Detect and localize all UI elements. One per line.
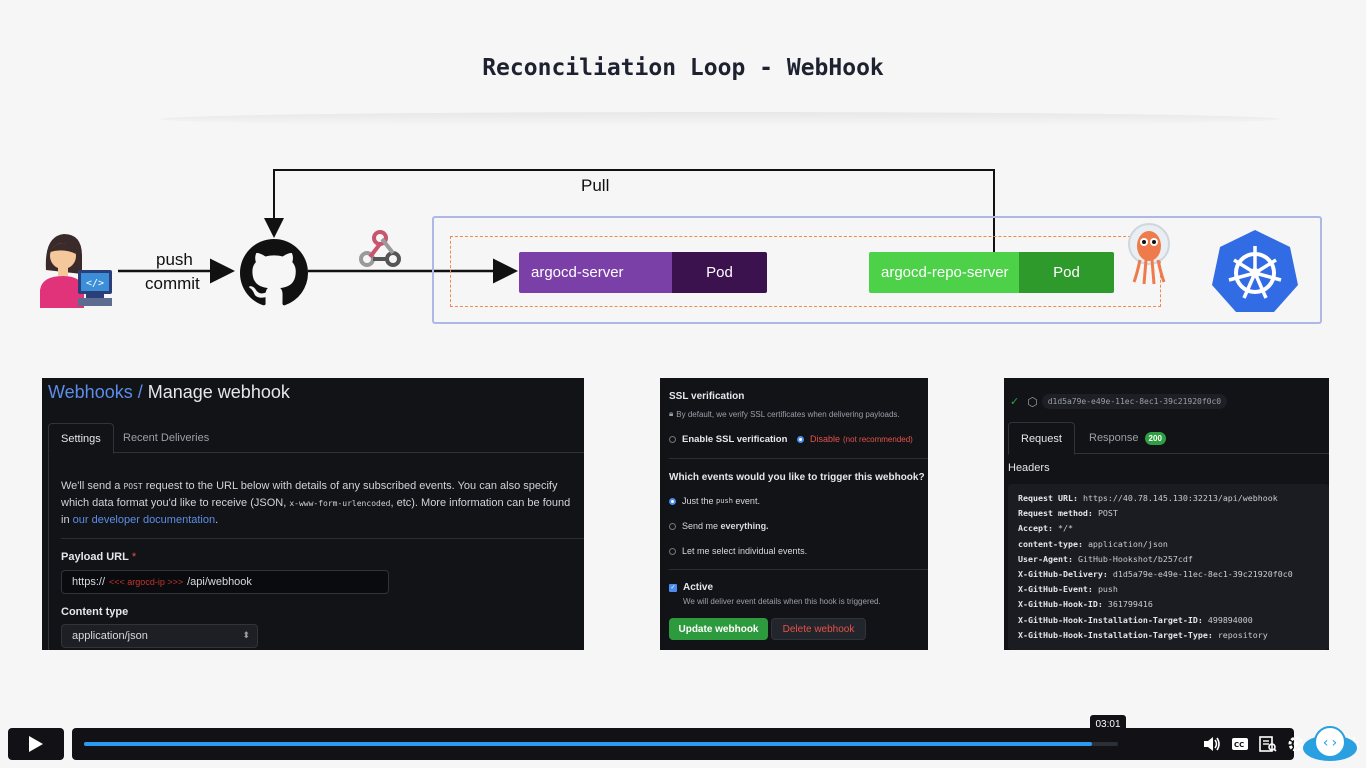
active-option[interactable]: ✓ Active [669,582,713,593]
divider [669,569,928,570]
svg-text:</>: </> [86,278,104,289]
argocd-repo-server-pod: argocd-repo-server Pod [869,252,1114,293]
divider [61,538,584,539]
headers-title: Headers [1008,462,1050,474]
header-line: X-GitHub-Event: push [1018,584,1118,595]
success-check-icon: ✓ [1010,396,1020,408]
disable-ssl-option[interactable]: Disable (not recommended) [797,434,913,444]
progress-track[interactable] [84,742,1118,746]
active-checkbox[interactable]: ✓ [669,583,677,592]
tab-response[interactable]: Response 200 [1077,422,1178,454]
active-description: We will deliver event details when this … [683,597,881,606]
header-line: X-GitHub-Delivery: d1d5a79e-e49e-11ec-8e… [1018,569,1293,580]
request-headers: Request URL: https://40.78.145.130:32213… [1008,484,1329,650]
header-line: User-Agent: GitHub-Hookshot/b257cdf [1018,553,1193,564]
tab-settings[interactable]: Settings [48,423,114,454]
header-line: Accept: */* [1018,523,1073,534]
code-brand-logo[interactable]: ‹› [1302,722,1358,762]
webhook-icon [359,230,401,267]
header-line: X-GitHub-Hook-Installation-Target-Type: … [1018,629,1268,640]
package-icon: ⬡ [1027,394,1038,409]
header-line: Request method: POST [1018,508,1118,519]
webhook-options-screenshot: SSL verification 🔒︎ By default, we verify… [660,378,928,650]
header-line: X-GitHub-Hook-Installation-Target-ID: 49… [1018,614,1253,625]
enable-ssl-option[interactable]: Enable SSL verification [669,434,787,445]
tab-request[interactable]: Request [1008,422,1075,455]
lock-icon: 🔒︎ [669,409,674,418]
argocd-server-pod-tag: Pod [672,252,767,293]
captions-icon[interactable]: CC [1226,737,1254,751]
svg-text:‹›: ‹› [1322,735,1339,751]
svg-text:CC: CC [1234,741,1244,749]
play-button[interactable] [8,728,64,760]
header-line: X-GitHub-Hook-ID: 361799416 [1018,599,1153,610]
webhooks-link[interactable]: Webhooks / [48,382,143,402]
select-caret-icon: ⬍ [242,630,250,640]
transcript-icon[interactable] [1254,736,1282,752]
delivery-id: d1d5a79e-e49e-11ec-8ec1-39c21920f0c0 [1041,394,1228,409]
disable-ssl-radio[interactable] [797,435,804,443]
developer-icon: </> [40,234,112,308]
delivery-tabs: Request Response 200 [1008,422,1329,455]
push-event-radio[interactable] [669,497,676,505]
play-icon [29,736,43,752]
manage-webhook-title: Manage webhook [147,382,290,402]
header-line: content-type: application/json [1018,538,1168,549]
individual-events-option[interactable]: Let me select individual events. [669,546,807,556]
delivery-summary[interactable]: ✓ ⬡ d1d5a79e-e49e-11ec-8ec1-39c21920f0c0 [1010,394,1228,409]
slide-stage: Reconciliation Loop - WebHook </> push c… [0,0,1366,768]
time-tooltip: 03:01 [1090,715,1126,733]
video-player-controls: CC 03:01 ‹› [0,715,1366,768]
ssl-description: 🔒︎ By default, we verify SSL certificates… [669,409,900,419]
update-webhook-button[interactable]: Update webhook [669,618,768,640]
architecture-diagram: </> push commit Pull argocd-server Pod a… [0,0,1366,340]
payload-url-input[interactable]: https://<<< argocd-ip >>>/api/webhook [61,570,389,594]
webhook-settings-body: We'll send a POST request to the URL bel… [48,454,584,650]
events-question: Which events would you like to trigger t… [669,472,925,483]
push-label: push [156,250,193,269]
delivery-details-screenshot: ✓ ⬡ d1d5a79e-e49e-11ec-8ec1-39c21920f0c0… [1004,378,1329,650]
delete-webhook-button[interactable]: Delete webhook [771,618,866,640]
everything-radio[interactable] [669,522,676,530]
argocd-server-pod: argocd-server Pod [519,252,767,293]
github-icon [240,239,308,306]
volume-icon[interactable] [1198,736,1226,752]
content-type-select[interactable]: application/json ⬍ [61,624,258,648]
push-event-option[interactable]: Just the push event. [669,496,760,506]
divider [669,458,928,459]
progress-fill [84,742,1093,746]
webhook-description: We'll send a POST request to the URL bel… [61,480,571,526]
developer-docs-link[interactable]: our developer documentation [73,514,215,526]
webhook-breadcrumb: Webhooks / Manage webhook [48,382,290,403]
manage-webhook-screenshot: Webhooks / Manage webhook Settings Recen… [42,378,584,650]
content-type-label: Content type [61,606,129,618]
header-line: Request URL: https://40.78.145.130:32213… [1018,493,1278,503]
argocd-repo-server-label: argocd-repo-server [869,252,1019,293]
everything-option[interactable]: Send me everything. [669,521,769,531]
tab-recent-deliveries[interactable]: Recent Deliveries [111,423,221,453]
pull-label: Pull [581,176,610,195]
argo-mascot-icon [1128,223,1170,285]
kubernetes-icon [1212,230,1298,312]
response-status-badge: 200 [1144,431,1166,445]
webhook-tabs: Settings Recent Deliveries [48,423,584,454]
enable-ssl-radio[interactable] [669,436,676,443]
argocd-repo-server-pod-tag: Pod [1019,252,1114,293]
ssl-verification-title: SSL verification [669,391,745,402]
payload-url-label: Payload URL * [61,551,137,563]
argocd-server-label: argocd-server [519,252,672,293]
individual-events-radio[interactable] [669,547,676,555]
commit-label: commit [145,274,200,293]
